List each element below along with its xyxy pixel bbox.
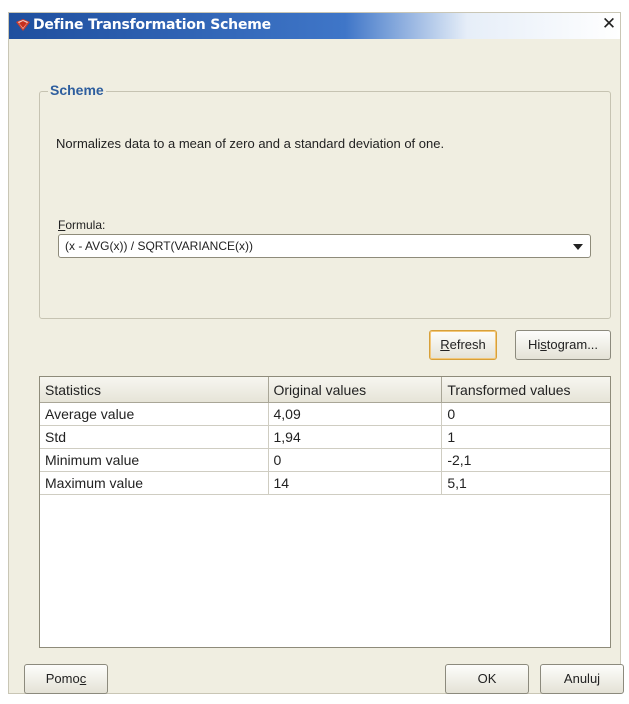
column-header-original[interactable]: Original values (268, 377, 443, 403)
table-cell: -2,1 (441, 448, 610, 472)
window-title: Define Transformation Scheme (33, 17, 271, 33)
refresh-mnemonic: R (440, 337, 450, 352)
refresh-label: efresh (449, 337, 486, 352)
formula-selected-value: (x - AVG(x)) / SQRT(VARIANCE(x)) (65, 239, 253, 253)
table-row[interactable]: Average value 4,09 0 (40, 402, 610, 426)
dialog-window: Define Transformation Scheme ✕ Scheme No… (8, 12, 624, 694)
table-header-row: Statistics Original values Transformed v… (40, 377, 610, 403)
help-label-pre: Pomo (45, 671, 80, 686)
table-cell: Std (40, 425, 269, 449)
table-cell: 14 (268, 471, 443, 495)
histogram-button[interactable]: Histogram... (515, 330, 611, 360)
table-row[interactable]: Std 1,94 1 (40, 425, 610, 449)
refresh-button[interactable]: Refresh (429, 330, 497, 360)
histogram-label-pre: Hi (527, 337, 541, 352)
column-header-transformed[interactable]: Transformed values (441, 377, 610, 403)
ok-button[interactable]: OK (445, 664, 529, 694)
help-mnemonic: c (79, 671, 87, 686)
table-cell: 5,1 (441, 471, 610, 495)
table-cell: 0 (268, 448, 443, 472)
app-logo-icon (16, 19, 30, 31)
table-cell: Maximum value (40, 471, 269, 495)
column-header-statistics[interactable]: Statistics (40, 377, 269, 403)
table-cell: 1 (441, 425, 610, 449)
table-cell: 4,09 (268, 402, 443, 426)
statistics-table: Statistics Original values Transformed v… (39, 376, 611, 648)
table-row[interactable]: Minimum value 0 -2,1 (40, 448, 610, 472)
table-cell: 1,94 (268, 425, 443, 449)
cancel-button[interactable]: Anuluj (540, 664, 624, 694)
table-cell: 0 (441, 402, 610, 426)
scheme-description: Normalizes data to a mean of zero and a … (56, 136, 445, 151)
formula-label: Formula: (58, 218, 105, 232)
scheme-group: Scheme Normalizes data to a mean of zero… (39, 82, 611, 319)
formula-label-text: ormula: (65, 218, 106, 232)
table-row[interactable]: Maximum value 14 5,1 (40, 471, 610, 495)
table-cell: Minimum value (40, 448, 269, 472)
help-button[interactable]: Pomoc (24, 664, 108, 694)
table-cell: Average value (40, 402, 269, 426)
histogram-label-post: togram... (546, 337, 599, 352)
title-bar[interactable]: Define Transformation Scheme ✕ (9, 13, 620, 39)
close-icon[interactable]: ✕ (601, 16, 617, 33)
chevron-down-icon[interactable] (573, 244, 583, 250)
formula-dropdown[interactable]: (x - AVG(x)) / SQRT(VARIANCE(x)) (58, 234, 591, 258)
scheme-legend: Scheme (48, 82, 106, 98)
